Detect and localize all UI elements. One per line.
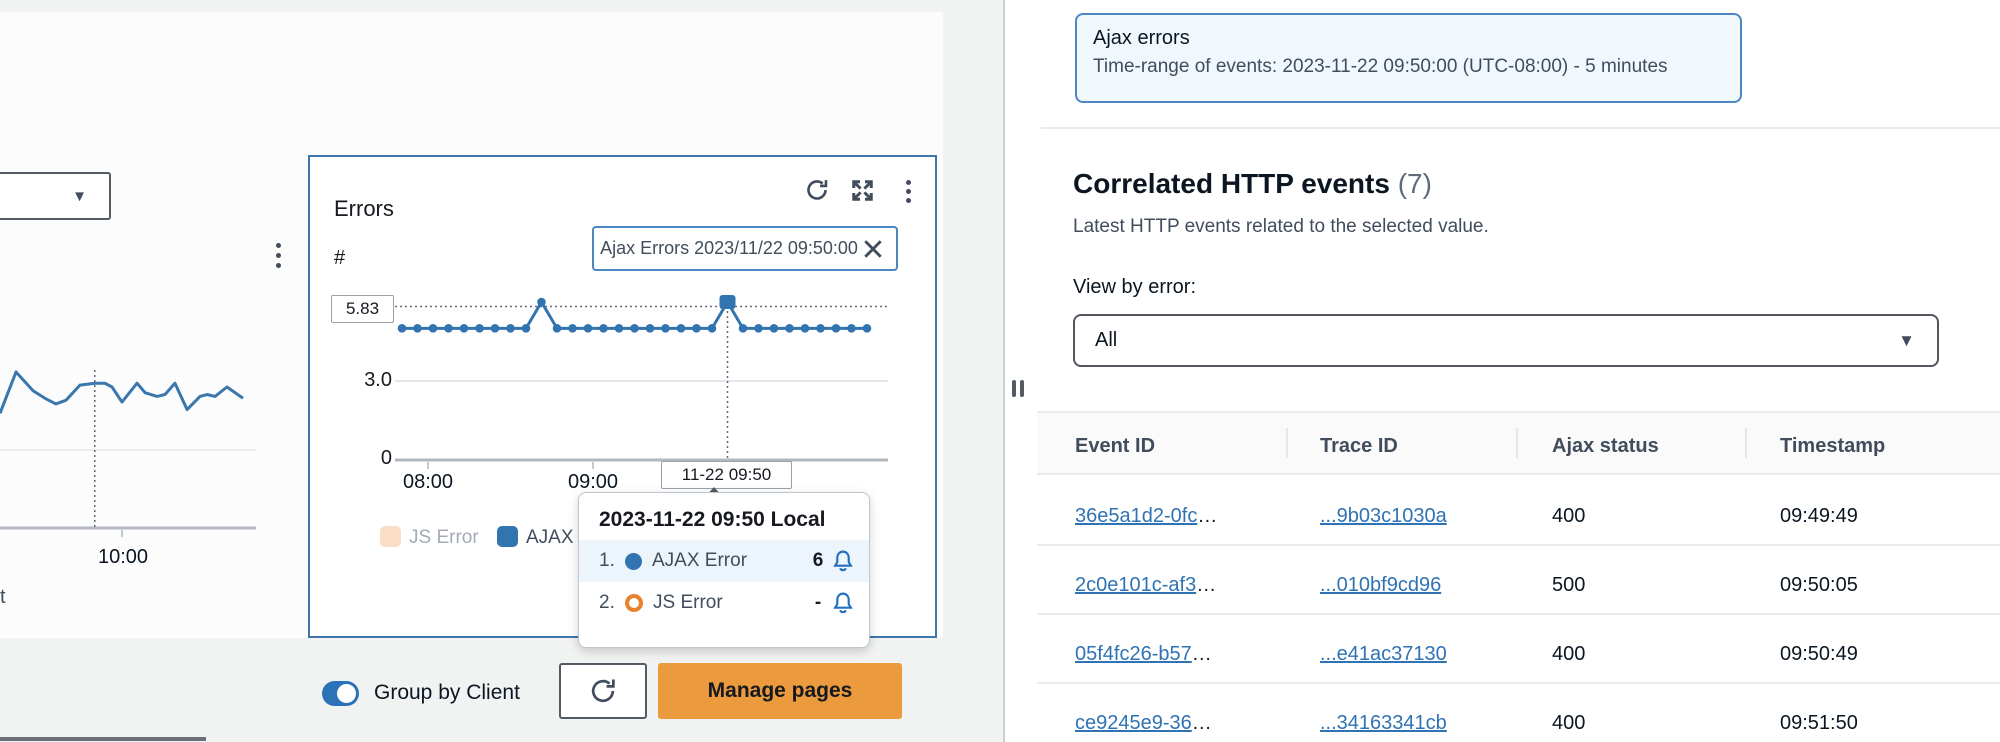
correlated-events-heading: Correlated HTTP events (7) — [1073, 168, 1432, 200]
ajax-errors-info-box: Ajax errors Time-range of events: 2023-1… — [1075, 13, 1742, 103]
mini-chart-xtick: 10:00 — [88, 546, 158, 569]
errors-chart-svg[interactable] — [395, 280, 895, 472]
column-separator[interactable] — [1516, 428, 1518, 458]
table-row: 05f4fc26-b57… — [1075, 643, 1212, 666]
panel-divider[interactable] — [1003, 0, 1005, 742]
tooltip-series-label: AJAX Error — [652, 550, 805, 572]
timestamp-cell: 09:49:49 — [1780, 505, 1858, 528]
section-divider — [1041, 127, 2000, 129]
left-dropdown-partial[interactable]: ▼ — [0, 172, 111, 220]
errors-panel-title: Errors — [334, 196, 394, 222]
ajax-errors-filter-chip[interactable]: Ajax Errors 2023/11/22 09:50:00 — [592, 226, 898, 271]
column-header-timestamp[interactable]: Timestamp — [1780, 435, 1885, 458]
timestamp-cell: 09:51:50 — [1780, 712, 1858, 735]
timestamp-cell: 09:50:05 — [1780, 574, 1858, 597]
correlated-events-subtitle: Latest HTTP events related to the select… — [1073, 216, 1489, 238]
refresh-icon — [804, 177, 830, 203]
tooltip-rank: 1. — [599, 550, 625, 572]
trace-id-link[interactable]: ...9b03c1030a — [1320, 505, 1447, 528]
dropdown-selected-value: All — [1075, 329, 1898, 352]
x-tick-0800: 08:00 — [393, 471, 463, 494]
expand-button[interactable] — [848, 176, 876, 204]
legend-label-js-error[interactable]: JS Error — [409, 527, 479, 549]
group-by-client-label: Group by Client — [374, 681, 520, 705]
table-row: ce9245e9-36… — [1075, 712, 1212, 735]
heading-text: Correlated HTTP events — [1073, 168, 1390, 199]
truncation-ellipsis: … — [1196, 574, 1216, 596]
split-resize-handle[interactable] — [1012, 380, 1024, 397]
mini-trend-chart[interactable] — [0, 290, 258, 542]
count-text: (7) — [1398, 168, 1432, 199]
truncation-ellipsis: … — [1192, 712, 1212, 734]
bell-icon[interactable] — [831, 591, 855, 616]
info-box-title: Ajax errors — [1077, 15, 1740, 50]
event-id-link[interactable]: ce9245e9-36 — [1075, 712, 1192, 734]
chevron-down-icon: ▼ — [72, 189, 87, 204]
trace-id-link[interactable]: ...010bf9cd96 — [1320, 574, 1441, 597]
timestamp-cell: 09:50:49 — [1780, 643, 1858, 666]
column-header-trace-id[interactable]: Trace ID — [1320, 435, 1398, 458]
bottom-element-edge — [0, 737, 206, 741]
truncation-ellipsis: … — [1192, 643, 1212, 665]
selected-time-box: 11-22 09:50 — [661, 461, 792, 489]
tooltip-row-ajax[interactable]: 1. AJAX Error 6 — [579, 540, 869, 582]
ajax-status-cell: 500 — [1552, 574, 1585, 597]
row-divider — [1037, 544, 2000, 546]
row-divider — [1037, 613, 2000, 615]
pages-refresh-button[interactable] — [559, 663, 647, 719]
info-box-description: Time-range of events: 2023-11-22 09:50:0… — [1077, 50, 1740, 78]
event-id-link[interactable]: 2c0e101c-af3 — [1075, 574, 1196, 596]
series-dot-icon — [625, 553, 642, 570]
manage-pages-button[interactable]: Manage pages — [658, 663, 902, 719]
threshold-value-box: 5.83 — [331, 295, 394, 323]
tooltip-series-label: JS Error — [653, 592, 805, 614]
column-separator[interactable] — [1745, 428, 1747, 458]
error-filter-dropdown[interactable]: All ▼ — [1073, 314, 1939, 367]
trace-id-link[interactable]: ...34163341cb — [1320, 712, 1447, 735]
bell-icon[interactable] — [831, 549, 855, 574]
refresh-button[interactable] — [803, 176, 831, 204]
column-header-event-id[interactable]: Event ID — [1075, 435, 1155, 458]
chart-tooltip: 2023-11-22 09:50 Local 1. AJAX Error 6 2… — [578, 492, 870, 648]
trace-id-link[interactable]: ...e41ac37130 — [1320, 643, 1447, 666]
y-tick-3: 3.0 — [348, 369, 392, 392]
right-panel — [1005, 0, 2000, 742]
y-tick-0: 0 — [348, 447, 392, 470]
ajax-status-cell: 400 — [1552, 643, 1585, 666]
tooltip-row-js[interactable]: 2. JS Error - — [579, 582, 869, 624]
ajax-status-cell: 400 — [1552, 505, 1585, 528]
widget-kebab-menu[interactable] — [276, 243, 281, 268]
table-row: 2c0e101c-af3… — [1075, 574, 1216, 597]
ajax-status-cell: 400 — [1552, 712, 1585, 735]
widget-menu-button[interactable] — [894, 177, 922, 205]
legend-swatch-ajax-error[interactable] — [497, 526, 518, 547]
view-by-error-label: View by error: — [1073, 276, 1196, 299]
tooltip-rank: 2. — [599, 592, 625, 614]
filter-chip-label: Ajax Errors 2023/11/22 09:50:00 — [594, 238, 858, 259]
kebab-menu-icon — [906, 180, 911, 203]
truncation-ellipsis: … — [1197, 505, 1217, 527]
mini-chart-partial-label: t — [0, 586, 6, 609]
event-id-link[interactable]: 36e5a1d2-0fc — [1075, 505, 1197, 527]
column-header-ajax-status[interactable]: Ajax status — [1552, 435, 1659, 458]
close-icon[interactable] — [858, 234, 888, 264]
chevron-down-icon: ▼ — [1898, 332, 1937, 349]
table-row: 36e5a1d2-0fc… — [1075, 505, 1217, 528]
y-axis-unit-label: # — [334, 247, 345, 270]
tooltip-series-value: - — [805, 592, 831, 614]
event-id-link[interactable]: 05f4fc26-b57 — [1075, 643, 1192, 665]
heading-count: (7) — [1398, 168, 1432, 199]
expand-icon — [850, 178, 875, 203]
group-by-client-toggle[interactable] — [322, 681, 359, 706]
x-tick-0900: 09:00 — [558, 471, 628, 494]
column-separator[interactable] — [1286, 428, 1288, 458]
series-ring-icon — [625, 594, 643, 612]
tooltip-title: 2023-11-22 09:50 Local — [579, 493, 869, 532]
legend-swatch-js-error[interactable] — [380, 526, 401, 547]
header-underline — [1037, 473, 2000, 475]
refresh-icon — [588, 676, 618, 706]
tooltip-series-value: 6 — [805, 550, 831, 572]
row-divider — [1037, 682, 2000, 684]
